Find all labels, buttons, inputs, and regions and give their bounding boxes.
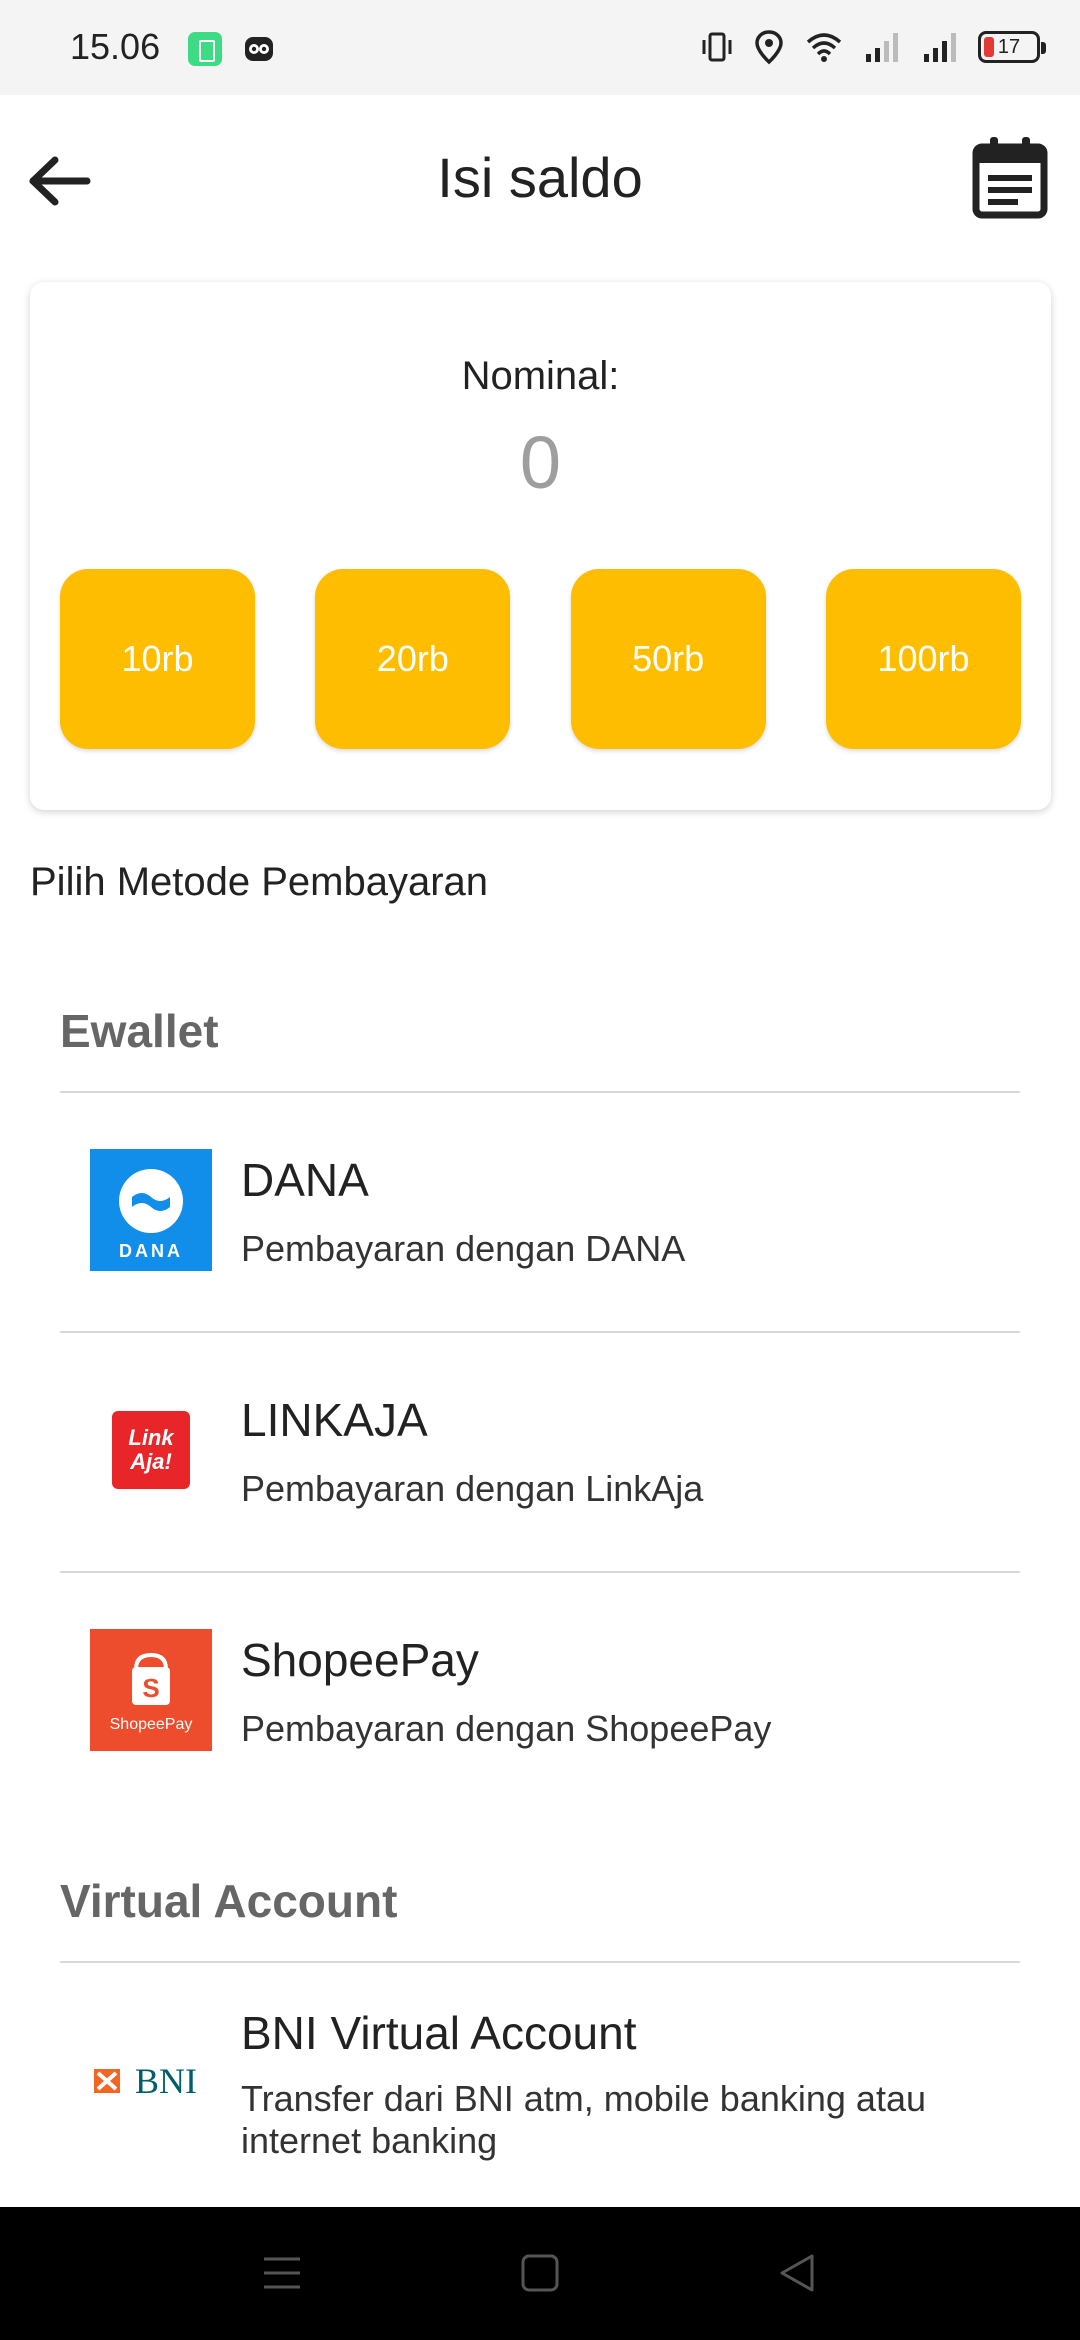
payment-method-linkaja[interactable]: Link Aja! LINKAJA Pembayaran dengan Link… [60,1333,1020,1573]
battery-level: 17 [997,35,1021,58]
method-description: Pembayaran dengan LinkAja [241,1468,704,1509]
shopeepay-logo-text: ShopeePay [110,1716,193,1733]
calendar-icon [972,137,1048,219]
ewallet-group-title: Ewallet [60,1005,219,1057]
bni-logo: BNI [94,2061,197,2101]
payment-method-dana[interactable]: DANA DANA Pembayaran dengan DANA [60,1093,1020,1333]
status-bar: 15.06 17 [0,0,1080,95]
battery-saver-icon [188,32,222,66]
app-header: Isi saldo [0,95,1080,270]
payment-method-bni-va[interactable]: BNI BNI Virtual Account Transfer dari BN… [60,1963,1020,2203]
status-time: 15.06 [70,26,161,67]
amount-50rb-button[interactable]: 50rb [570,569,766,749]
dana-logo: DANA [90,1149,212,1271]
payment-method-prompt: Pilih Metode Pembayaran [30,860,489,904]
nominal-card: Nominal: 0 10rb 20rb 50rb 100rb [30,282,1051,810]
amount-100rb-button[interactable]: 100rb [825,569,1021,749]
signal-icon-2 [924,33,956,62]
signal-icon [866,33,898,62]
virtual-account-group-title: Virtual Account [60,1875,398,1927]
amount-10rb-button[interactable]: 10rb [60,569,255,749]
linkaja-logo: Link Aja! [112,1411,190,1489]
dana-logo-text: DANA [119,1241,183,1261]
transaction-history-button[interactable] [970,135,1050,219]
wifi-icon [806,33,842,62]
page-title: Isi saldo [437,146,643,209]
payment-method-shopeepay[interactable]: S ShopeePay ShopeePay Pembayaran dengan … [60,1573,1020,1813]
battery-icon: 17 [978,31,1046,63]
method-description: Pembayaran dengan DANA [241,1228,686,1269]
amount-options: 10rb 20rb 50rb 100rb [60,569,1021,749]
method-name: LINKAJA [241,1394,428,1446]
vibrate-icon [702,32,732,62]
bni-logo-text: BNI [135,2061,197,2101]
svg-text:Aja!: Aja! [129,1449,172,1474]
nominal-amount-input[interactable]: 0 [30,420,1051,505]
back-triangle-icon[interactable] [776,2251,820,2295]
method-description: Pembayaran dengan ShopeePay [241,1708,772,1749]
shopeepay-logo: S ShopeePay [90,1629,212,1751]
method-description: Transfer dari BNI atm, mobile banking at… [241,2078,926,2161]
method-name: ShopeePay [241,1634,479,1686]
location-icon [755,30,783,65]
owl-app-icon [245,37,273,61]
nominal-label: Nominal: [461,354,620,398]
method-name: BNI Virtual Account [241,2007,637,2059]
system-navigation-bar [0,2207,1080,2340]
svg-text:S: S [142,1673,159,1703]
menu-icon[interactable] [260,2251,304,2295]
svg-text:Link: Link [128,1425,175,1450]
method-name: DANA [241,1154,369,1206]
amount-20rb-button[interactable]: 20rb [315,569,511,749]
home-icon[interactable] [518,2251,562,2295]
